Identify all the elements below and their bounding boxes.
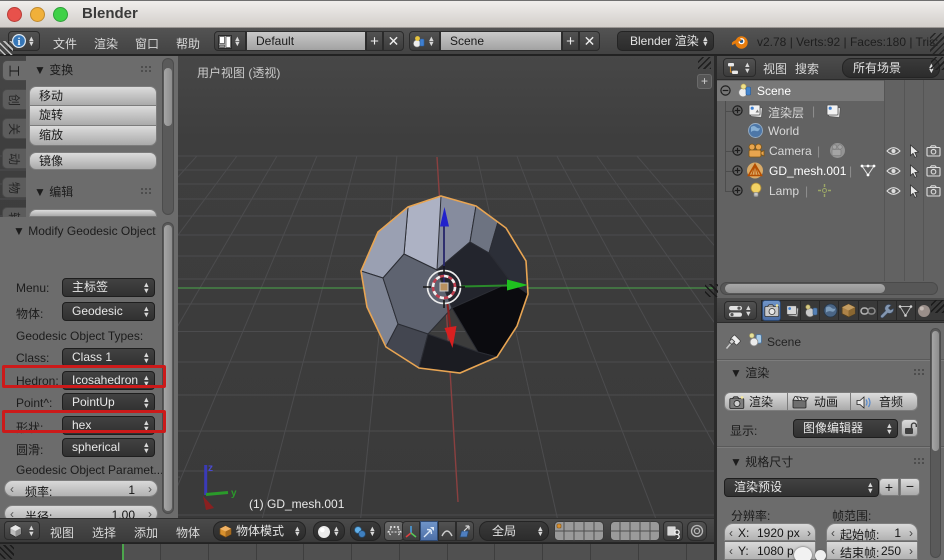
svg-text:y: y [231, 488, 237, 499]
svg-text:i: i [18, 37, 21, 48]
svg-text:z: z [208, 463, 213, 474]
